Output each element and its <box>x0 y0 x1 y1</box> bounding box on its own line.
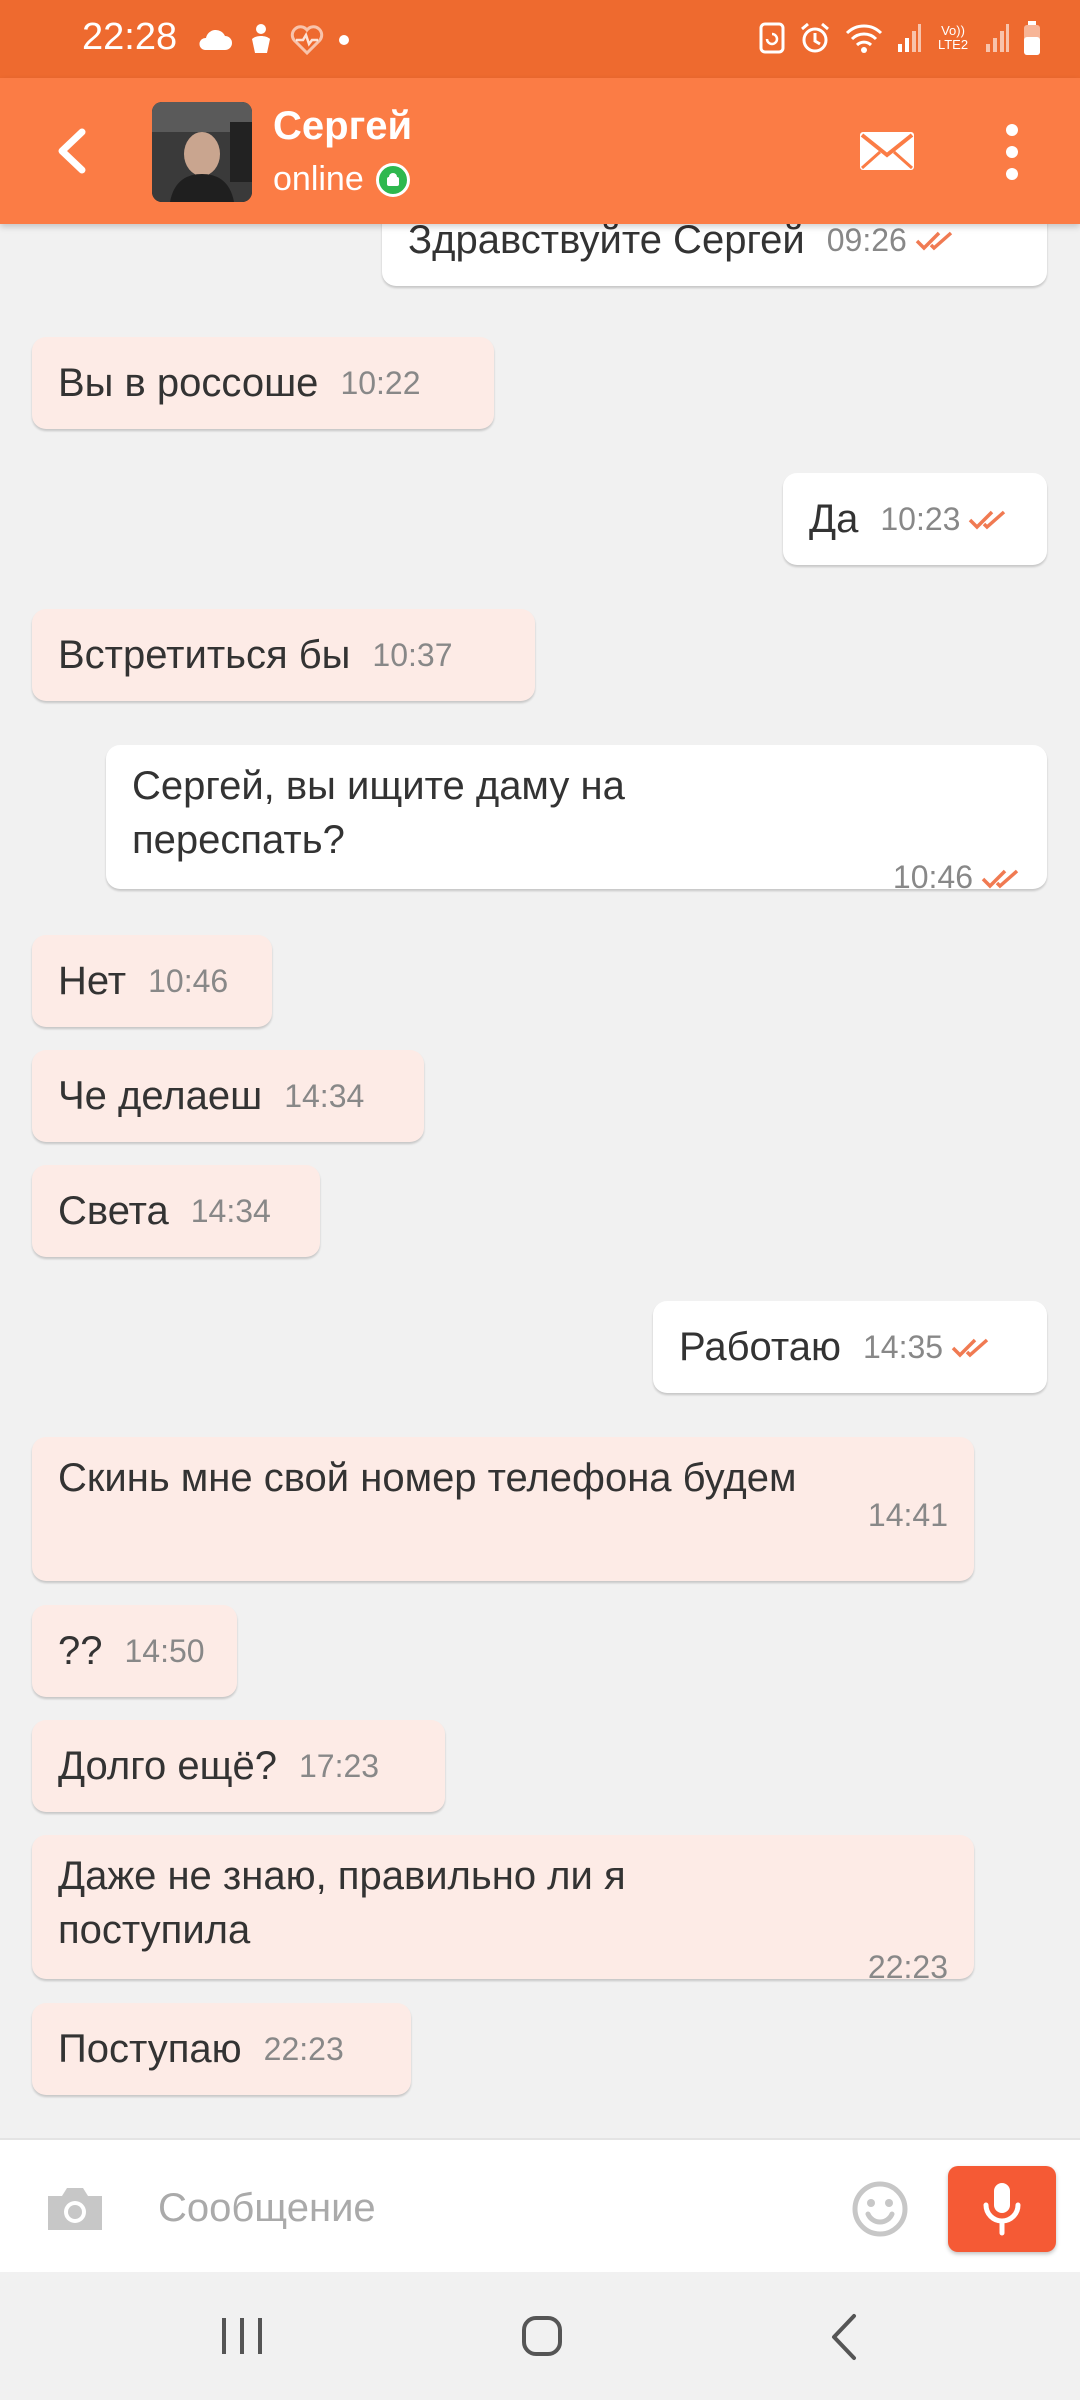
microphone-icon <box>983 2183 1021 2236</box>
message-time: 14:34 <box>190 1192 271 1229</box>
battery-icon <box>1022 18 1042 58</box>
online-status-text: online <box>273 160 364 198</box>
camera-icon <box>48 2188 102 2230</box>
recents-icon <box>222 2318 262 2354</box>
message-outgoing[interactable]: Здравствуйте Сергей 09:26 <box>382 224 1047 286</box>
message-incoming[interactable]: Даже не знаю, правильно ли я поступила 2… <box>32 1835 974 1985</box>
volte-lte2-icon: Vo)) LTE2 <box>934 18 972 58</box>
emoji-button[interactable] <box>851 2180 909 2238</box>
message-text: Че делаеш <box>58 1074 263 1118</box>
wifi-icon <box>844 18 884 58</box>
message-text: Сергей, вы ищите даму на переспать? <box>132 764 625 862</box>
message-incoming[interactable]: Встретиться бы 10:37 <box>32 609 535 701</box>
message-incoming[interactable]: Света 14:34 <box>32 1165 320 1257</box>
chat-header: Сергей online <box>0 78 1080 224</box>
message-text: ?? <box>58 1629 103 1673</box>
message-text: Долго ещё? <box>58 1744 277 1788</box>
system-nav-bar <box>0 2272 1080 2400</box>
back-arrow-icon <box>58 128 86 174</box>
network-label: Vo)) LTE2 <box>937 23 969 52</box>
dot-icon <box>338 20 350 60</box>
message-text: Поступаю <box>58 2027 242 2071</box>
message-time: 22:23 <box>263 2030 344 2067</box>
avatar-photo <box>152 102 252 202</box>
more-vertical-icon <box>1006 124 1018 180</box>
voice-record-button[interactable] <box>948 2166 1056 2252</box>
cloud-icon <box>196 20 232 60</box>
message-time: 14:34 <box>284 1077 365 1114</box>
android-online-icon <box>375 162 410 197</box>
system-back-icon <box>832 2314 856 2360</box>
home-button[interactable] <box>520 2314 564 2358</box>
recents-button[interactable] <box>220 2316 264 2356</box>
message-time: 10:22 <box>340 364 421 401</box>
message-list[interactable]: Здравствуйте Сергей 09:26 Вы в россоше 1… <box>0 224 1080 2138</box>
message-text: Встретиться бы <box>58 633 351 677</box>
message-text: Скинь мне свой номер телефона будем <box>58 1456 797 1500</box>
hand-icon <box>246 20 276 60</box>
message-text: Работаю <box>679 1325 841 1369</box>
message-outgoing[interactable]: Работаю 14:35 <box>653 1301 1047 1393</box>
system-back-button[interactable] <box>826 2312 862 2362</box>
contact-status: online <box>273 160 410 199</box>
envelope-icon <box>860 132 914 170</box>
back-button[interactable] <box>44 118 104 184</box>
message-incoming[interactable]: Че делаеш 14:34 <box>32 1050 424 1142</box>
message-time: 10:37 <box>372 636 453 673</box>
message-text: Даже не знаю, правильно ли я поступила <box>58 1854 626 1952</box>
message-time: 14:35 <box>863 1328 944 1365</box>
status-bar: 22:28 Vo)) LTE2 <box>0 0 1080 78</box>
message-outgoing[interactable]: Да 10:23 <box>783 473 1047 565</box>
message-time: 14:50 <box>124 1632 205 1669</box>
message-incoming[interactable]: Вы в россоше 10:22 <box>32 337 494 429</box>
mail-button[interactable] <box>857 124 917 178</box>
message-text: Да <box>809 497 859 541</box>
message-time: 14:41 <box>867 1497 948 1533</box>
message-time: 10:46 <box>892 859 973 895</box>
camera-button[interactable] <box>44 2184 106 2234</box>
message-incoming[interactable]: ?? 14:50 <box>32 1605 237 1697</box>
home-icon <box>522 2316 562 2356</box>
smiley-icon <box>852 2181 908 2237</box>
signal-icon <box>896 18 922 58</box>
double-check-icon <box>969 510 1006 530</box>
alarm-icon <box>798 18 832 58</box>
message-outgoing[interactable]: Сергей, вы ищите даму на переспать? 10:4… <box>106 745 1047 895</box>
message-text: Здравствуйте Сергей <box>408 224 805 262</box>
message-incoming[interactable]: Поступаю 22:23 <box>32 2003 411 2095</box>
message-input[interactable] <box>156 2170 830 2246</box>
message-incoming[interactable]: Нет 10:46 <box>32 935 272 1027</box>
message-time: 10:23 <box>880 500 961 537</box>
heart-rate-icon <box>290 20 324 60</box>
message-incoming[interactable]: Долго ещё? 17:23 <box>32 1720 445 1812</box>
status-time: 22:28 <box>82 16 178 58</box>
double-check-icon <box>951 1338 989 1358</box>
rotate-icon <box>758 18 786 58</box>
message-time: 17:23 <box>298 1747 380 1784</box>
message-text: Вы в россоше <box>58 361 319 405</box>
message-text: Нет <box>58 959 127 1003</box>
double-check-icon <box>981 869 1019 888</box>
contact-avatar[interactable] <box>152 102 252 202</box>
more-options-button[interactable] <box>992 122 1032 182</box>
signal-icon <box>984 18 1010 58</box>
double-check-icon <box>915 231 952 251</box>
contact-name[interactable]: Сергей <box>273 104 412 149</box>
message-time: 09:26 <box>826 224 907 258</box>
message-incoming[interactable]: Скинь мне свой номер телефона будем 14:4… <box>32 1437 974 1581</box>
composer-bar <box>0 2138 1080 2274</box>
message-time: 10:46 <box>148 962 229 999</box>
message-text: Света <box>58 1189 169 1233</box>
message-time: 22:23 <box>867 1949 948 1985</box>
